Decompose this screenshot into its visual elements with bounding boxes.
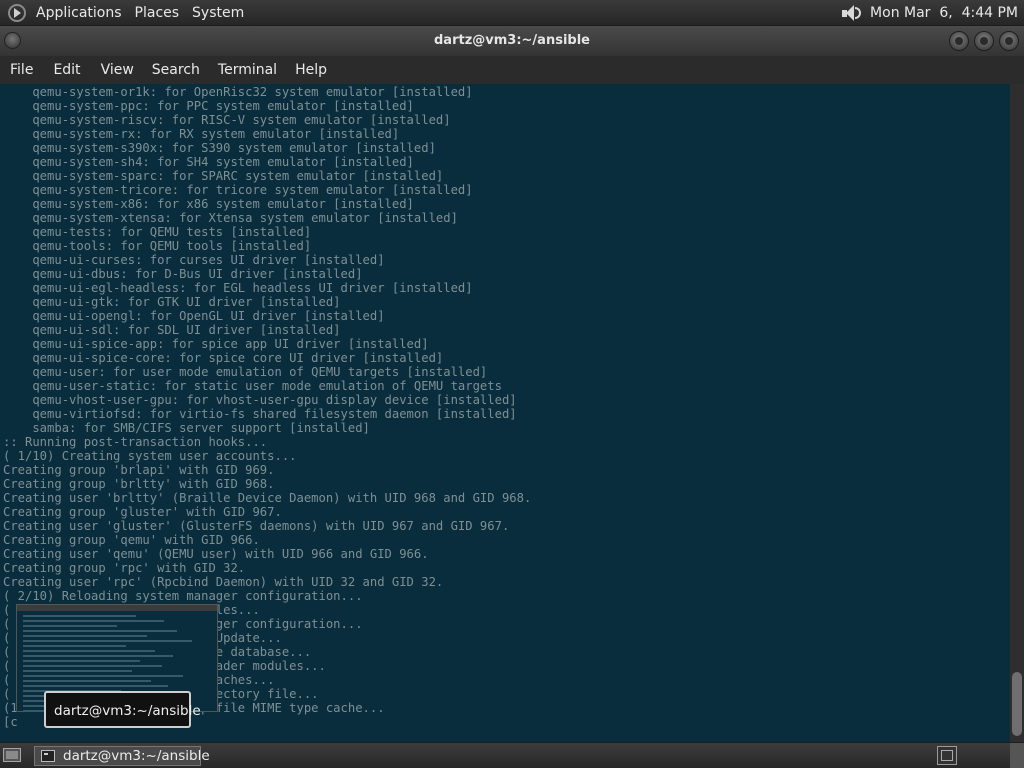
preview-line xyxy=(23,685,168,687)
terminal-line: ( 2/10) Reloading system manager configu… xyxy=(3,589,363,603)
taskbar-tooltip: dartz@vm3:~/ansible xyxy=(44,691,201,728)
terminal-line: qemu-ui-spice-core: for spice core UI dr… xyxy=(3,351,444,365)
terminal-line: Creating group 'qemu' with GID 966. xyxy=(3,533,260,547)
terminal-line: Creating user 'qemu' (QEMU user) with UI… xyxy=(3,547,429,561)
preview-line xyxy=(23,620,164,622)
show-desktop-icon[interactable] xyxy=(3,748,21,762)
terminal-line: qemu-user: for user mode emulation of QE… xyxy=(3,365,488,379)
terminal-line: qemu-system-rx: for RX system emulator [… xyxy=(3,127,400,141)
preview-line xyxy=(23,630,178,632)
terminal-line: Creating group 'brltty' with GID 968. xyxy=(3,477,275,491)
terminal-line: qemu-virtiofsd: for virtio-fs shared fil… xyxy=(3,407,517,421)
panel-tray: Mon Mar 6, 4:44 PM xyxy=(840,4,1024,22)
applications-menu[interactable]: Applications xyxy=(32,5,131,21)
terminal-line: qemu-system-s390x: for S390 system emula… xyxy=(3,141,436,155)
terminal-line: qemu-system-riscv: for RISC-V system emu… xyxy=(3,113,451,127)
preview-line xyxy=(23,670,133,672)
menu-search[interactable]: Search xyxy=(144,62,210,78)
terminal-line: :: Running post-transaction hooks... xyxy=(3,435,268,449)
maximize-icon[interactable] xyxy=(974,31,994,51)
menu-help[interactable]: Help xyxy=(287,62,335,78)
window-titlebar[interactable]: dartz@vm3:~/ansible xyxy=(0,26,1024,56)
terminal-line: qemu-system-xtensa: for Xtensa system em… xyxy=(3,211,458,225)
menu-edit[interactable]: Edit xyxy=(45,62,92,78)
preview-line xyxy=(23,615,136,617)
close-icon[interactable] xyxy=(999,31,1019,51)
terminal-line: qemu-ui-egl-headless: for EGL headless U… xyxy=(3,281,473,295)
terminal-line: qemu-ui-sdl: for SDL UI driver [installe… xyxy=(3,323,341,337)
menu-terminal[interactable]: Terminal xyxy=(210,62,287,78)
terminal-line: qemu-system-sh4: for SH4 system emulator… xyxy=(3,155,414,169)
window-title: dartz@vm3:~/ansible xyxy=(434,33,590,48)
terminal-line: qemu-ui-dbus: for D-Bus UI driver [insta… xyxy=(3,267,363,281)
terminal-line: qemu-ui-gtk: for GTK UI driver [installe… xyxy=(3,295,341,309)
terminal-line: qemu-tests: for QEMU tests [installed] xyxy=(3,225,312,239)
volume-waves xyxy=(855,6,862,19)
minimize-icon[interactable] xyxy=(949,31,969,51)
volume-icon[interactable] xyxy=(840,4,862,22)
terminal-line: qemu-vhost-user-gpu: for vhost-user-gpu … xyxy=(3,393,517,407)
terminal-line: qemu-user-static: for static user mode e… xyxy=(3,379,502,393)
terminal-line: Creating group 'brlapi' with GID 969. xyxy=(3,463,275,477)
terminal-line: qemu-system-x86: for x86 system emulator… xyxy=(3,197,414,211)
system-menu[interactable]: System xyxy=(188,5,253,21)
terminal-line: qemu-system-tricore: for tricore system … xyxy=(3,183,473,197)
preview-line xyxy=(23,645,127,647)
terminal-line: Creating user 'gluster' (GlusterFS daemo… xyxy=(3,519,510,533)
applications-logo-icon[interactable] xyxy=(8,3,26,22)
preview-line xyxy=(23,660,140,662)
top-panel: Applications Places System Mon Mar 6, 4:… xyxy=(0,0,1024,25)
terminal-line: qemu-ui-curses: for curses UI driver [in… xyxy=(3,253,385,267)
terminal-line: qemu-system-or1k: for OpenRisc32 system … xyxy=(3,85,473,99)
terminal-line: Creating group 'rpc' with GID 32. xyxy=(3,561,246,575)
preview-line xyxy=(23,675,183,677)
terminal-line: qemu-system-ppc: for PPC system emulator… xyxy=(3,99,414,113)
preview-line xyxy=(23,635,148,637)
places-menu[interactable]: Places xyxy=(131,5,189,21)
terminal-line: samba: for SMB/CIFS server support [inst… xyxy=(3,421,370,435)
preview-line xyxy=(23,665,163,667)
terminal-line: qemu-tools: for QEMU tools [installed] xyxy=(3,239,312,253)
terminal-line: ( 1/10) Creating system user accounts... xyxy=(3,449,297,463)
terminal-scrollbar[interactable] xyxy=(1010,84,1024,742)
taskbar-window-label: dartz@vm3:~/ansible xyxy=(63,748,210,764)
terminal-line: qemu-ui-spice-app: for spice app UI driv… xyxy=(3,337,429,351)
workspace-switcher-edge[interactable] xyxy=(1010,743,1024,768)
terminal-icon xyxy=(41,750,55,762)
scrollbar-thumb[interactable] xyxy=(1012,672,1022,736)
workspace-switcher-icon[interactable] xyxy=(937,746,957,765)
terminal-line: Creating user 'rpc' (Rpcbind Daemon) wit… xyxy=(3,575,444,589)
terminal-line: Creating group 'gluster' with GID 967. xyxy=(3,505,282,519)
terminal-line: qemu-ui-opengl: for OpenGL UI driver [in… xyxy=(3,309,385,323)
taskbar-window-button[interactable]: dartz@vm3:~/ansible xyxy=(34,746,210,766)
menubar: File Edit View Search Terminal Help xyxy=(0,56,1024,84)
terminal-line: Creating user 'brltty' (Braille Device D… xyxy=(3,491,532,505)
menu-view[interactable]: View xyxy=(93,62,144,78)
preview-line xyxy=(23,680,151,682)
preview-line xyxy=(23,625,117,627)
preview-line xyxy=(23,655,174,657)
terminal-line: qemu-system-sparc: for SPARC system emul… xyxy=(3,169,444,183)
bottom-panel: dartz@vm3:~/ansible xyxy=(0,743,1024,768)
preview-line xyxy=(23,650,155,652)
clock[interactable]: Mon Mar 6, 4:44 PM xyxy=(870,5,1018,21)
preview-line xyxy=(23,640,193,642)
menu-file[interactable]: File xyxy=(2,62,45,78)
